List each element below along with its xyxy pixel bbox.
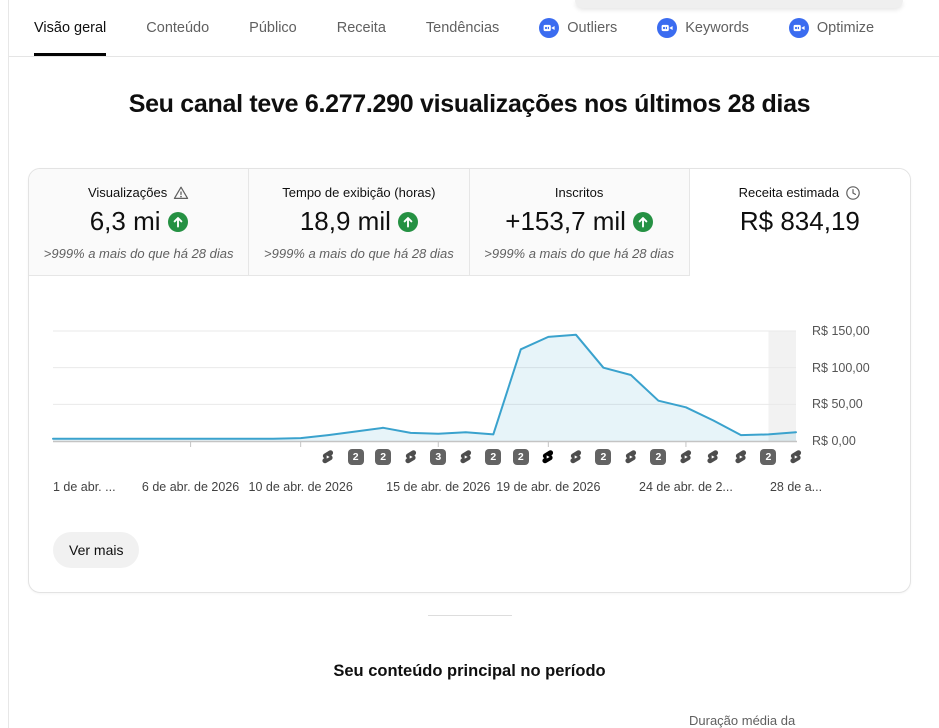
video-count-label: 2 xyxy=(485,449,502,465)
youtube-studio-analytics-page: Visão geral Conteúdo Público Receita Ten… xyxy=(0,0,939,728)
video-count-label: 2 xyxy=(760,449,777,465)
video-count-badge[interactable]: 2 xyxy=(485,449,502,465)
metric-delta: >999% a mais do que há 28 dias xyxy=(43,246,234,261)
tab-label: Receita xyxy=(336,20,386,36)
tab-publico[interactable]: Público xyxy=(249,0,297,56)
metric-value: +153,7 mil xyxy=(505,206,626,236)
tab-keywords[interactable]: Keywords xyxy=(657,0,749,56)
trend-up-icon xyxy=(167,211,188,232)
video-count-label: 2 xyxy=(512,449,529,465)
shorts-icon[interactable] xyxy=(540,449,556,465)
metric-label: Visualizações xyxy=(87,185,168,200)
video-count-badge[interactable]: 2 xyxy=(375,449,392,465)
tab-label: Optimize xyxy=(816,20,875,36)
shorts-icon[interactable] xyxy=(678,449,694,465)
metric-label: Receita estimada xyxy=(738,185,840,200)
metric-label: Tempo de exibição (horas) xyxy=(282,185,436,200)
tab-visao-geral[interactable]: Visão geral xyxy=(34,0,107,56)
trend-up-icon xyxy=(632,211,653,232)
metric-delta: >999% a mais do que há 28 dias xyxy=(264,246,454,261)
x-axis-label: 15 de abr. de 2026 xyxy=(386,480,491,494)
shorts-icon[interactable] xyxy=(458,449,474,465)
vidiq-icon xyxy=(788,18,809,38)
incomplete-data-band xyxy=(768,331,796,441)
x-axis-label: 6 de abr. de 2026 xyxy=(141,480,240,494)
vidiq-icon xyxy=(657,18,678,38)
section-divider xyxy=(428,615,512,616)
tab-label: Conteúdo xyxy=(146,20,210,36)
analytics-summary-card: Visualizações 6,3 mi >999% a mais do que… xyxy=(28,168,911,593)
video-count-badge[interactable]: 2 xyxy=(650,449,667,465)
ver-mais-button[interactable]: Ver mais xyxy=(53,532,140,568)
y-axis-label: R$ 0,00 xyxy=(812,434,856,448)
x-axis-label: 10 de abr. de 2026 xyxy=(248,480,353,494)
shorts-icon[interactable] xyxy=(568,449,584,465)
video-count-label: 2 xyxy=(650,449,667,465)
video-count-label: 2 xyxy=(375,449,392,465)
warning-icon xyxy=(174,186,189,199)
metric-value: 6,3 mi xyxy=(89,206,161,236)
clock-icon xyxy=(846,185,860,200)
y-axis-label: R$ 100,00 xyxy=(812,360,870,375)
tab-label: Outliers xyxy=(567,20,618,36)
video-count-label: 2 xyxy=(347,449,364,465)
table-column-header-partial: Duração média da xyxy=(689,713,796,728)
shorts-icon[interactable] xyxy=(733,449,749,465)
tab-tendencias[interactable]: Tendências xyxy=(426,0,499,56)
video-count-badge[interactable]: 2 xyxy=(512,449,529,465)
metric-delta: >999% a mais do que há 28 dias xyxy=(484,246,674,261)
revenue-area xyxy=(53,334,796,441)
tab-label: Tendências xyxy=(425,20,500,36)
tab-label: Visão geral xyxy=(34,20,107,36)
metric-value: 18,9 mil xyxy=(299,206,391,236)
analytics-tabbar: Visão geral Conteúdo Público Receita Ten… xyxy=(9,0,939,57)
shorts-icon[interactable] xyxy=(623,449,639,465)
video-count-badge[interactable]: 2 xyxy=(347,449,364,465)
tab-outliers[interactable]: Outliers xyxy=(539,0,617,56)
shorts-icon[interactable] xyxy=(403,449,419,465)
x-axis-label: 28 de a... xyxy=(769,480,823,494)
video-count-label: 2 xyxy=(595,449,612,465)
y-axis-label: R$ 50,00 xyxy=(812,397,863,412)
shorts-icon[interactable] xyxy=(705,449,721,465)
video-count-badge[interactable]: 2 xyxy=(760,449,777,465)
page-title: Seu canal teve 6.277.290 visualizações n… xyxy=(128,90,811,118)
revenue-line xyxy=(52,333,797,440)
metric-cards-row: Visualizações 6,3 mi >999% a mais do que… xyxy=(29,169,910,276)
tab-optimize[interactable]: Optimize xyxy=(788,0,875,56)
shorts-icon[interactable] xyxy=(320,449,336,465)
metric-card-subscribers[interactable]: Inscritos +153,7 mil >999% a mais do que… xyxy=(469,169,690,276)
y-axis-label: R$ 150,00 xyxy=(812,324,870,338)
trend-up-icon xyxy=(397,211,418,232)
tab-conteudo[interactable]: Conteúdo xyxy=(146,0,209,56)
tab-receita[interactable]: Receita xyxy=(337,0,386,56)
metric-value: R$ 834,19 xyxy=(739,206,860,236)
video-count-badge[interactable]: 2 xyxy=(595,449,612,465)
tab-label: Público xyxy=(249,20,297,36)
x-axis-label: 1 de abr. ... xyxy=(53,480,116,494)
x-axis-label: 19 de abr. de 2026 xyxy=(496,480,601,494)
metric-card-watchtime[interactable]: Tempo de exibição (horas) 18,9 mil >999%… xyxy=(249,169,470,276)
video-count-badge[interactable]: 3 xyxy=(430,449,447,465)
x-axis-label: 24 de abr. de 2... xyxy=(639,480,733,494)
top-content-heading: Seu conteúdo principal no período xyxy=(333,662,606,680)
floating-panel-edge xyxy=(575,0,903,8)
shorts-icon[interactable] xyxy=(788,449,804,465)
metric-card-revenue[interactable]: Receita estimada R$ 834,19 xyxy=(689,169,910,276)
metric-card-views[interactable]: Visualizações 6,3 mi >999% a mais do que… xyxy=(29,169,250,276)
vidiq-icon xyxy=(539,18,560,38)
video-count-label: 3 xyxy=(430,449,447,465)
tab-label: Keywords xyxy=(685,20,749,36)
metric-label: Inscritos xyxy=(554,185,604,200)
